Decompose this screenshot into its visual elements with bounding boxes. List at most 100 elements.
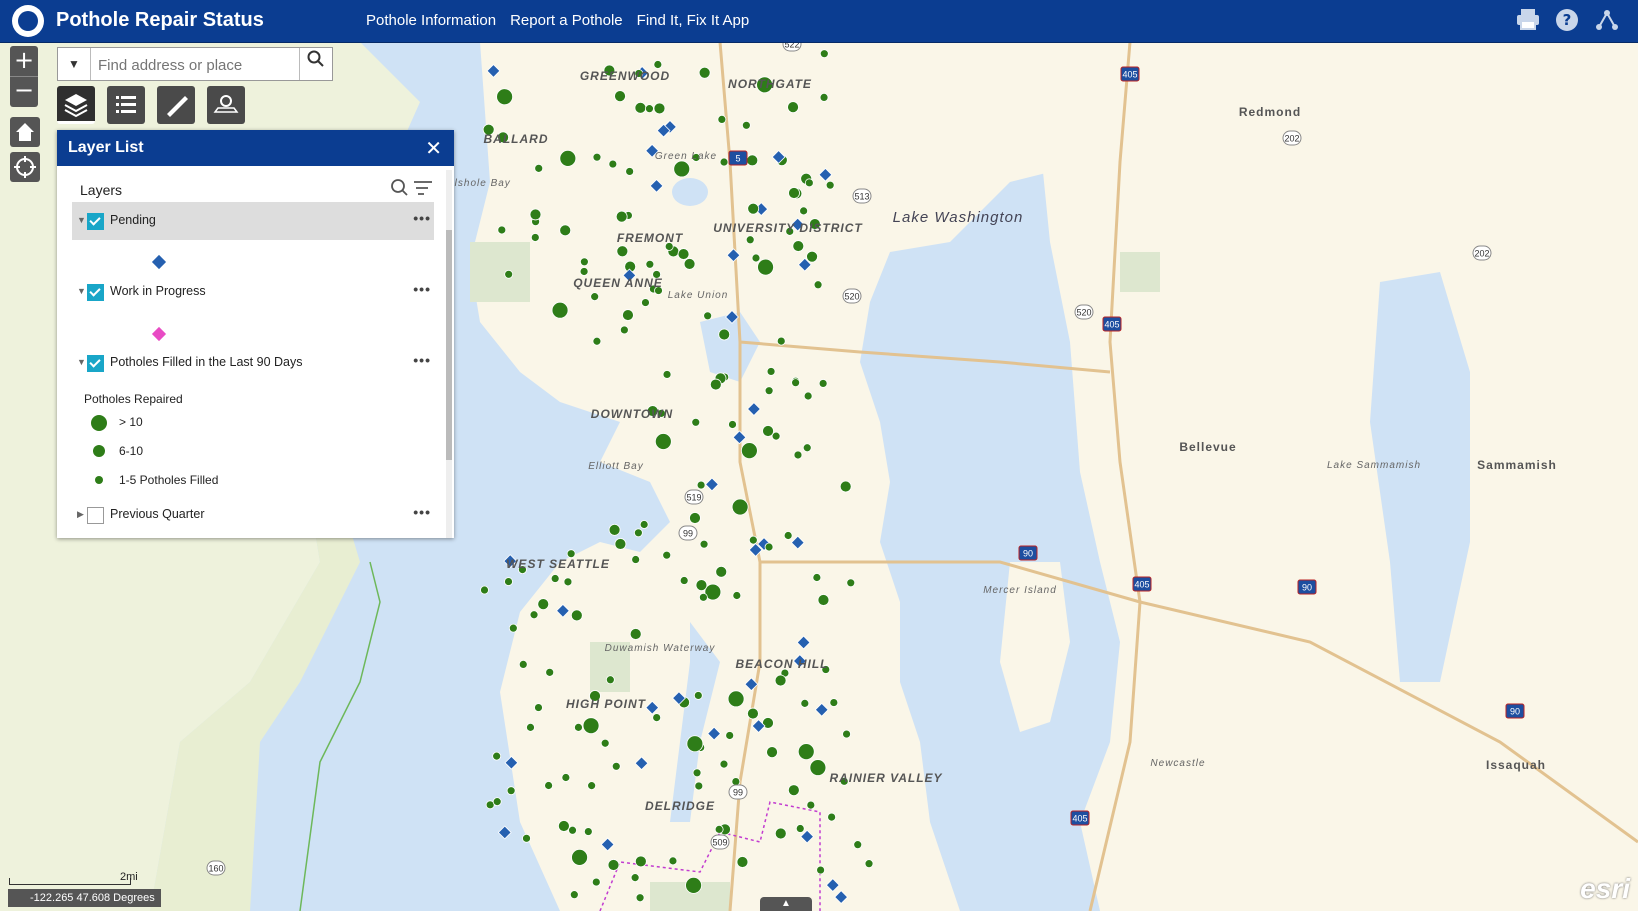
- filled-pothole-marker[interactable]: [534, 163, 544, 173]
- filled-pothole-marker[interactable]: [544, 781, 554, 790]
- filled-pothole-marker[interactable]: [827, 812, 837, 822]
- filled-pothole-marker[interactable]: [574, 722, 583, 732]
- filled-pothole-marker[interactable]: [497, 225, 507, 235]
- filled-pothole-marker[interactable]: [570, 609, 583, 622]
- more-options-icon[interactable]: •••: [413, 281, 431, 297]
- filled-pothole-marker[interactable]: [591, 877, 601, 887]
- filled-pothole-marker[interactable]: [719, 759, 729, 769]
- filled-pothole-marker[interactable]: [614, 538, 627, 550]
- filled-pothole-marker[interactable]: [545, 667, 555, 677]
- layer-work-in-progress[interactable]: ▼ Work in Progress •••: [72, 273, 434, 311]
- filled-pothole-marker[interactable]: [699, 539, 709, 549]
- filled-pothole-marker[interactable]: [691, 417, 701, 427]
- filled-pothole-marker[interactable]: [774, 827, 787, 840]
- filled-pothole-marker[interactable]: [504, 269, 514, 279]
- filled-pothole-marker[interactable]: [709, 378, 722, 391]
- filled-pothole-marker[interactable]: [788, 187, 800, 199]
- filled-pothole-marker[interactable]: [492, 751, 502, 761]
- filled-pothole-marker[interactable]: [569, 890, 579, 900]
- filled-pothole-marker[interactable]: [654, 433, 672, 450]
- more-options-icon[interactable]: •••: [413, 504, 431, 520]
- nav-report-pothole[interactable]: Report a Pothole: [510, 12, 623, 29]
- filled-pothole-marker[interactable]: [725, 731, 735, 740]
- print-icon[interactable]: [1515, 8, 1541, 34]
- layer-previous-quarter[interactable]: ▶ Previous Quarter •••: [72, 496, 434, 534]
- filled-pothole-marker[interactable]: [741, 120, 751, 130]
- locate-button[interactable]: [10, 152, 40, 182]
- filled-pothole-marker[interactable]: [607, 859, 620, 871]
- filled-pothole-marker[interactable]: [766, 367, 776, 376]
- expand-icon[interactable]: ▶: [77, 509, 84, 520]
- filled-pothole-marker[interactable]: [496, 88, 514, 106]
- help-icon[interactable]: ?: [1554, 8, 1580, 34]
- panel-scrollbar[interactable]: [446, 170, 452, 538]
- filled-pothole-marker[interactable]: [608, 159, 618, 169]
- filled-pothole-marker[interactable]: [746, 154, 759, 167]
- filled-pothole-marker[interactable]: [736, 856, 749, 868]
- filled-pothole-marker[interactable]: [558, 820, 570, 832]
- filled-pothole-marker[interactable]: [559, 149, 577, 167]
- filled-pothole-marker[interactable]: [740, 442, 758, 460]
- filled-pothole-marker[interactable]: [783, 531, 793, 540]
- filled-pothole-marker[interactable]: [608, 523, 621, 536]
- filled-pothole-marker[interactable]: [635, 893, 645, 903]
- more-options-icon[interactable]: •••: [413, 352, 431, 368]
- filled-pothole-marker[interactable]: [653, 102, 666, 115]
- filled-pothole-marker[interactable]: [561, 773, 571, 782]
- filled-pothole-marker[interactable]: [718, 328, 731, 341]
- filled-pothole-marker[interactable]: [645, 259, 655, 269]
- filled-pothole-marker[interactable]: [717, 114, 727, 124]
- filled-pothole-marker[interactable]: [853, 840, 863, 850]
- filled-pothole-marker[interactable]: [634, 101, 647, 114]
- filled-pothole-marker[interactable]: [559, 224, 572, 237]
- filled-pothole-marker[interactable]: [727, 690, 745, 708]
- scroll-thumb[interactable]: [446, 230, 452, 460]
- locate-tool[interactable]: [207, 86, 245, 124]
- filled-pothole-marker[interactable]: [630, 873, 640, 883]
- filled-pothole-marker[interactable]: [698, 592, 708, 602]
- layer-list-tool[interactable]: [57, 86, 95, 124]
- filled-pothole-marker[interactable]: [696, 480, 706, 490]
- filled-pothole-marker[interactable]: [522, 833, 531, 843]
- filled-pothole-marker[interactable]: [506, 786, 516, 796]
- share-icon[interactable]: [1594, 8, 1620, 34]
- filled-pothole-marker[interactable]: [813, 280, 823, 290]
- filled-pothole-marker[interactable]: [537, 598, 550, 611]
- filled-pothole-marker[interactable]: [529, 208, 542, 221]
- nav-find-it-fix-it[interactable]: Find It, Fix It App: [637, 12, 750, 29]
- filled-pothole-marker[interactable]: [504, 577, 513, 586]
- filled-pothole-marker[interactable]: [662, 370, 672, 379]
- layer-checkbox[interactable]: [87, 507, 104, 524]
- filled-pothole-marker[interactable]: [829, 698, 839, 707]
- filled-pothole-marker[interactable]: [799, 206, 809, 216]
- filled-pothole-marker[interactable]: [747, 707, 759, 720]
- filled-pothole-marker[interactable]: [685, 876, 702, 894]
- filled-pothole-marker[interactable]: [728, 420, 737, 429]
- filled-pothole-marker[interactable]: [616, 245, 629, 258]
- filled-pothole-marker[interactable]: [652, 713, 662, 723]
- filled-pothole-marker[interactable]: [619, 325, 629, 335]
- filled-pothole-marker[interactable]: [802, 443, 812, 453]
- filled-pothole-marker[interactable]: [590, 292, 600, 302]
- filled-pothole-marker[interactable]: [614, 90, 626, 103]
- filled-pothole-marker[interactable]: [804, 178, 814, 188]
- filled-pothole-marker[interactable]: [579, 257, 589, 267]
- close-icon[interactable]: ✕: [425, 136, 442, 160]
- filled-pothole-marker[interactable]: [518, 660, 528, 669]
- filled-pothole-marker[interactable]: [633, 528, 643, 538]
- filled-pothole-marker[interactable]: [825, 180, 835, 190]
- filled-pothole-marker[interactable]: [629, 628, 642, 640]
- filled-pothole-marker[interactable]: [615, 210, 628, 223]
- filled-pothole-marker[interactable]: [641, 298, 650, 307]
- filled-pothole-marker[interactable]: [634, 855, 647, 868]
- filled-pothole-marker[interactable]: [787, 101, 799, 114]
- filled-pothole-marker[interactable]: [795, 824, 805, 833]
- filled-pothole-marker[interactable]: [605, 675, 615, 685]
- filled-pothole-marker[interactable]: [757, 258, 774, 276]
- filled-pothole-marker[interactable]: [842, 729, 851, 739]
- filter-layers-icon[interactable]: [414, 181, 432, 195]
- filled-pothole-marker[interactable]: [764, 542, 774, 552]
- filled-pothole-marker[interactable]: [732, 591, 742, 600]
- filled-pothole-marker[interactable]: [592, 336, 602, 346]
- filled-pothole-marker[interactable]: [631, 555, 641, 564]
